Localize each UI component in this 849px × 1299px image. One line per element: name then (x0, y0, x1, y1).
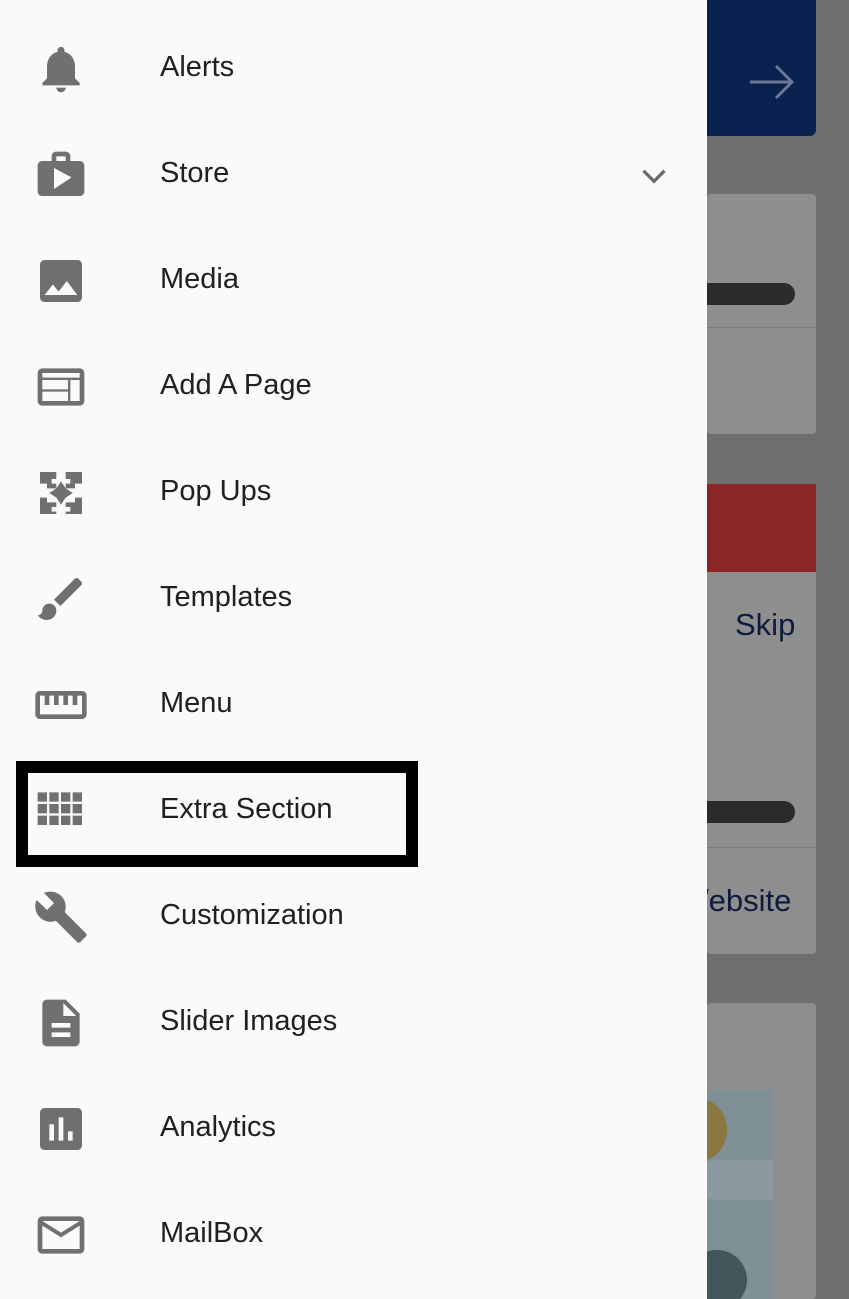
drawer-item-label: Add A Page (160, 369, 312, 401)
mail-icon (33, 1207, 89, 1263)
grid-icon (33, 783, 89, 839)
ruler-icon (33, 677, 89, 733)
drawer-item-menu[interactable]: Menu (0, 650, 707, 756)
drawer-item-label: MailBox (160, 1217, 264, 1249)
bell-icon (33, 41, 89, 97)
background-divider (707, 847, 816, 848)
background-divider (707, 327, 816, 328)
drawer-item-label: Templates (160, 581, 293, 613)
arrow-right-icon (750, 64, 795, 100)
background-card-1 (707, 194, 816, 434)
popup-icon (33, 465, 89, 521)
drawer-item-label: Pop Ups (160, 475, 272, 507)
document-icon (33, 995, 89, 1051)
drawer-item-label: Slider Images (160, 1005, 338, 1037)
drawer-item-pop-ups[interactable]: Pop Ups (0, 438, 707, 544)
background-progress-1 (695, 283, 795, 305)
drawer-item-media[interactable]: Media (0, 226, 707, 332)
background-illustration (707, 1090, 773, 1299)
drawer-item-label: Analytics (160, 1111, 277, 1143)
drawer-item-store[interactable]: Store (0, 120, 707, 226)
chevron-down-icon[interactable] (636, 158, 672, 194)
drawer-item-label: Store (160, 157, 230, 189)
drawer-item-slider-images[interactable]: Slider Images (0, 968, 707, 1074)
drawer-item-label: Media (160, 263, 239, 295)
drawer-item-label: Alerts (160, 51, 235, 83)
brush-icon (33, 571, 89, 627)
drawer-item-mailbox[interactable]: MailBox (0, 1180, 707, 1286)
wrench-icon (33, 889, 89, 945)
drawer-item-alerts[interactable]: Alerts (0, 14, 707, 120)
drawer-item-customization[interactable]: Customization (0, 862, 707, 968)
drawer-item-label: Extra Section (160, 793, 333, 825)
store-icon (33, 147, 89, 203)
bar-chart-icon (33, 1101, 89, 1157)
image-icon (33, 253, 89, 309)
background-progress-2 (695, 801, 795, 823)
web-page-icon (33, 359, 89, 415)
drawer-item-label: Customization (160, 899, 344, 931)
navigation-drawer: Alerts Store Media Add A Page Pop Ups Te… (0, 0, 707, 1299)
drawer-item-label: Menu (160, 687, 233, 719)
background-red-banner (707, 484, 816, 572)
drawer-item-add-a-page[interactable]: Add A Page (0, 332, 707, 438)
skip-link: Skip (735, 607, 796, 642)
drawer-item-templates[interactable]: Templates (0, 544, 707, 650)
drawer-item-analytics[interactable]: Analytics (0, 1074, 707, 1180)
drawer-item-extra-section[interactable]: Extra Section (0, 756, 707, 862)
website-link: /ebsite (700, 883, 792, 918)
